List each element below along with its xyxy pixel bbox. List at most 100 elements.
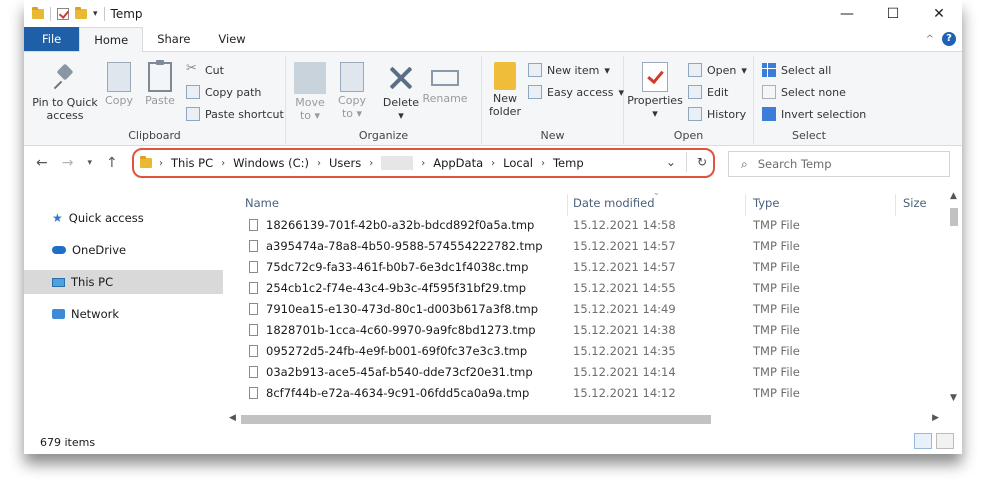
edit-button[interactable]: Edit — [688, 82, 728, 102]
breadcrumb-separator[interactable]: › — [418, 158, 428, 169]
paste-button[interactable]: Paste — [142, 58, 178, 107]
select-none-button[interactable]: Select none — [762, 82, 846, 102]
column-date-modified[interactable]: Date modified — [571, 194, 655, 212]
tab-file[interactable]: File — [24, 27, 80, 51]
customize-toolbar-dropdown[interactable]: ▾ — [93, 9, 98, 19]
file-date: 15.12.2021 14:14 — [573, 365, 676, 379]
table-row[interactable]: 75dc72c9-fa33-461f-b0b7-6e3dc1f4038c.tmp… — [243, 257, 943, 278]
table-row[interactable]: 03a2b913-ace5-45af-b540-dde73cf20e31.tmp… — [243, 362, 943, 383]
table-row[interactable]: 7910ea15-e130-473d-80c1-d003b617a3f8.tmp… — [243, 299, 943, 320]
file-type: TMP File — [753, 239, 800, 253]
new-folder-icon[interactable] — [75, 7, 87, 19]
breadcrumb-separator[interactable]: › — [538, 158, 548, 169]
column-size[interactable]: Size — [901, 194, 927, 212]
copy-button[interactable]: Copy — [102, 58, 136, 107]
move-to-label-line1: Move — [295, 96, 325, 109]
horizontal-scroll-thumb[interactable] — [241, 415, 711, 424]
table-row[interactable]: 1828701b-1cca-4c60-9970-9a9fc8bd1273.tmp… — [243, 320, 943, 341]
nav-item-quick-access[interactable]: ★ Quick access — [24, 206, 223, 230]
open-button[interactable]: Open ▾ — [688, 60, 747, 80]
tab-share[interactable]: Share — [143, 27, 204, 51]
rename-label: Rename — [422, 92, 468, 105]
table-row[interactable]: 18266139-701f-42b0-a32b-bdcd892f0a5a.tmp… — [243, 215, 943, 236]
column-divider[interactable] — [567, 194, 568, 216]
refresh-icon[interactable]: ↻ — [697, 155, 707, 169]
invert-selection-button[interactable]: Invert selection — [762, 104, 866, 124]
easy-access-button[interactable]: Easy access ▾ — [528, 82, 624, 102]
collapse-ribbon-icon[interactable]: ^ — [926, 34, 934, 45]
breadcrumb-this-pc[interactable]: This PC — [166, 156, 218, 170]
folder-icon — [140, 156, 152, 168]
breadcrumb-separator[interactable]: › — [218, 158, 228, 169]
scroll-right-arrow-icon[interactable]: ▶ — [932, 413, 939, 423]
breadcrumb-separator[interactable]: › — [314, 158, 324, 169]
recent-locations-chevron-icon[interactable]: ▾ — [87, 158, 92, 168]
table-row[interactable]: a395474a-78a8-4b50-9588-574554222782.tmp… — [243, 236, 943, 257]
horizontal-scrollbar[interactable]: ◀ ▶ — [223, 411, 945, 428]
history-button[interactable]: History — [688, 104, 746, 124]
properties-button[interactable]: Properties ▾ — [626, 58, 684, 120]
nav-item-network[interactable]: Network — [24, 302, 223, 326]
copy-to-button[interactable]: Copy to ▾ — [334, 58, 370, 120]
new-folder-button[interactable]: New folder — [486, 58, 524, 118]
new-item-button[interactable]: New item ▾ — [528, 60, 610, 80]
column-divider[interactable] — [745, 194, 746, 216]
move-to-button[interactable]: Move to ▾ — [292, 58, 328, 122]
nav-item-this-pc[interactable]: This PC — [24, 270, 223, 294]
vertical-scrollbar[interactable]: ▲ ▼ — [945, 190, 962, 404]
invert-selection-icon — [762, 107, 776, 121]
cut-button[interactable]: Cut — [186, 60, 224, 80]
help-icon[interactable]: ? — [942, 32, 956, 46]
details-view-icon[interactable] — [914, 433, 932, 449]
address-bar[interactable]: › This PC › Windows (C:) › Users › › App… — [132, 148, 715, 178]
paste-shortcut-button[interactable]: Paste shortcut — [186, 104, 284, 124]
copy-path-button[interactable]: Copy path — [186, 82, 261, 102]
nav-item-onedrive[interactable]: OneDrive — [24, 238, 223, 262]
file-name: 095272d5-24fb-4e9f-b001-69f0fc37e3c3.tmp — [249, 341, 527, 362]
table-row[interactable]: 095272d5-24fb-4e9f-b001-69f0fc37e3c3.tmp… — [243, 341, 943, 362]
pin-label-line1: Pin to Quick — [32, 96, 98, 109]
breadcrumb-separator[interactable]: › — [366, 158, 376, 169]
back-arrow-icon[interactable]: ← — [36, 155, 48, 171]
scroll-up-arrow-icon[interactable]: ▲ — [945, 190, 962, 202]
file-icon — [249, 219, 258, 231]
maximize-button[interactable]: ☐ — [870, 0, 916, 28]
breadcrumb-local[interactable]: Local — [498, 156, 538, 170]
search-icon: ⌕ — [741, 156, 748, 171]
scroll-down-arrow-icon[interactable]: ▼ — [945, 392, 962, 404]
minimize-button[interactable]: — — [824, 0, 870, 28]
new-item-dropdown-arrow: ▾ — [604, 63, 610, 77]
breadcrumb-appdata[interactable]: AppData — [428, 156, 488, 170]
delete-button[interactable]: Delete ▾ — [382, 58, 420, 122]
forward-arrow-icon[interactable]: → — [62, 155, 74, 171]
scroll-left-arrow-icon[interactable]: ◀ — [229, 413, 236, 423]
column-divider[interactable] — [895, 194, 896, 216]
table-row[interactable]: 8cf7f44b-e72a-4634-9c91-06fdd5ca0a9a.tmp… — [243, 383, 943, 403]
up-arrow-icon[interactable]: ↑ — [106, 155, 118, 171]
large-icons-view-icon[interactable] — [936, 433, 954, 449]
select-all-icon — [762, 63, 776, 77]
tab-home[interactable]: Home — [79, 27, 144, 52]
properties-dropdown-arrow[interactable]: ▾ — [626, 107, 684, 120]
address-history-chevron-icon[interactable]: ⌄ — [666, 155, 676, 169]
pin-to-quick-access-button[interactable]: Pin to Quick access — [30, 58, 100, 122]
vertical-scroll-thumb[interactable] — [950, 208, 958, 226]
select-all-button[interactable]: Select all — [762, 60, 831, 80]
breadcrumb-separator[interactable]: › — [488, 158, 498, 169]
table-row[interactable]: 254cb1c2-f74e-43c4-9b3c-4f595f31bf29.tmp… — [243, 278, 943, 299]
tab-view[interactable]: View — [204, 27, 259, 51]
delete-dropdown-arrow[interactable]: ▾ — [382, 109, 420, 122]
rename-button[interactable]: Rename — [422, 58, 468, 105]
column-name[interactable]: Name — [243, 194, 279, 212]
breadcrumb-users[interactable]: Users — [324, 156, 366, 170]
status-bar: 679 items — [24, 432, 962, 452]
file-name: 254cb1c2-f74e-43c4-9b3c-4f595f31bf29.tmp — [249, 278, 526, 299]
column-type[interactable]: Type — [751, 194, 779, 212]
properties-icon[interactable] — [57, 8, 69, 20]
breadcrumb-redacted-user[interactable] — [381, 156, 414, 170]
search-box[interactable]: ⌕ Search Temp — [728, 151, 950, 177]
breadcrumb-separator[interactable]: › — [156, 158, 166, 169]
breadcrumb-temp[interactable]: Temp — [548, 156, 589, 170]
breadcrumb-windows-c[interactable]: Windows (C:) — [228, 156, 314, 170]
close-button[interactable]: ✕ — [916, 0, 962, 28]
